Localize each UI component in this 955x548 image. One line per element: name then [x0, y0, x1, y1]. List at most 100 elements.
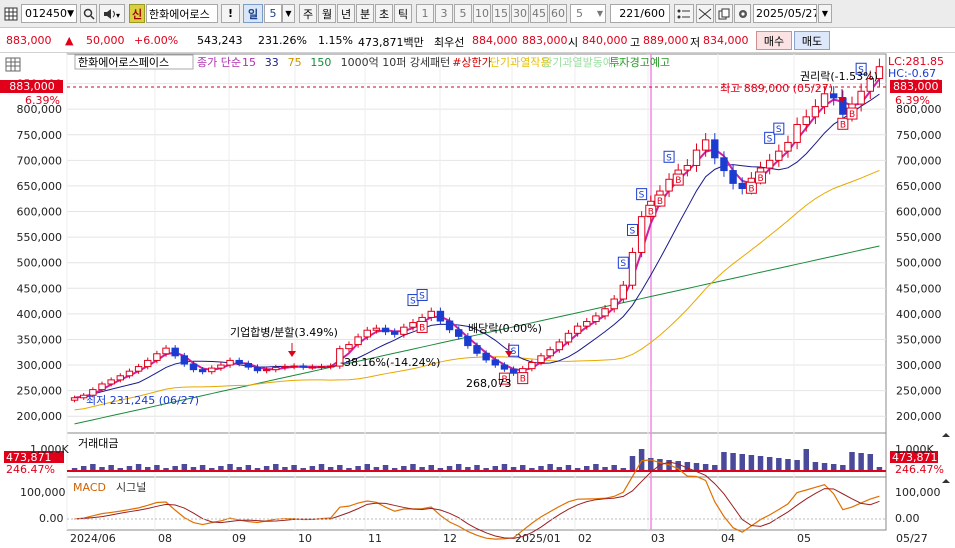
speaker-icon[interactable]: ▾	[99, 4, 125, 23]
buy-signal-text: B	[840, 120, 846, 130]
interval-select[interactable]: 5 ▼	[570, 4, 606, 23]
candle	[436, 310, 445, 322]
volume-bar	[410, 464, 416, 471]
x-tick: 05	[797, 532, 811, 545]
candle	[299, 365, 307, 368]
interval-1-button[interactable]: 1	[416, 4, 434, 23]
open-price: 840,000	[582, 34, 628, 47]
y-tick-right: 650,000	[896, 180, 942, 193]
sell-signal-text: S	[629, 226, 635, 236]
crosshair-icon[interactable]	[696, 4, 714, 23]
date-dropdown-icon[interactable]: ▼	[818, 4, 832, 23]
high-label: 고	[630, 36, 641, 49]
period-year-button[interactable]: 년	[337, 4, 355, 23]
volume-bar	[629, 456, 636, 471]
low-price: 834,000	[703, 34, 749, 47]
interval-15-button[interactable]: 15	[492, 4, 510, 23]
interval-5-button[interactable]: 5	[454, 4, 472, 23]
pct-tag-left: 6.39%	[25, 94, 60, 107]
volume-tick-left: 1,000K	[30, 443, 69, 456]
candle	[226, 359, 234, 366]
interval-3-button[interactable]: 3	[435, 4, 453, 23]
candle	[253, 366, 262, 372]
x-tick: 08	[158, 532, 172, 545]
y-tick-right: 750,000	[896, 129, 942, 142]
candle	[802, 116, 810, 126]
candle	[765, 159, 774, 169]
search-icon[interactable]	[80, 4, 97, 23]
grid-icon[interactable]	[3, 4, 19, 23]
macd-tick-left-100k: 100,000	[20, 486, 66, 499]
x-tick: 04	[721, 532, 735, 545]
dropdown-arrow-icon[interactable]: ▼	[67, 9, 74, 19]
candle	[784, 141, 792, 152]
candle	[500, 364, 509, 370]
high-annotation: 최고 889,000 (05/27)	[720, 82, 833, 95]
candle	[583, 321, 591, 327]
dividend-annotation: 배당락(0.00%)	[468, 322, 542, 335]
candle	[628, 251, 637, 286]
x-tick: 11	[368, 532, 382, 545]
volume-bar	[803, 449, 810, 471]
candle	[445, 320, 454, 331]
interval-45-button[interactable]: 45	[530, 4, 548, 23]
candle	[610, 298, 618, 310]
interval-10-button[interactable]: 10	[473, 4, 491, 23]
price-chart[interactable]: 850,000800,000750,000700,000650,000600,0…	[0, 53, 955, 548]
y-tick-left: 250,000	[17, 385, 63, 398]
stock-code-input[interactable]: 012450 ▼	[21, 4, 77, 23]
data-count-field[interactable]: 221/600	[610, 4, 670, 23]
macd-label: MACD	[73, 481, 106, 494]
date-field[interactable]: 2025/05/27	[753, 4, 817, 23]
interval-30-button[interactable]: 30	[511, 4, 529, 23]
candle	[70, 397, 79, 401]
toolbar: 012450 ▼ ▾ 신 한화에어로스 ! 일 5 ▼ 주 월 년 분 초 틱 …	[0, 0, 955, 28]
pct-tag-right: 6.39%	[895, 94, 930, 107]
volume-bar	[794, 460, 800, 471]
interval-select-value: 5	[576, 7, 583, 20]
chart-tool-icon[interactable]	[674, 4, 694, 23]
period-day-button[interactable]: 일	[243, 4, 263, 23]
period-num-field[interactable]: 5	[264, 4, 282, 23]
volume-bar	[227, 464, 233, 471]
stock-name-field[interactable]: 한화에어로스	[146, 4, 218, 23]
candle	[326, 365, 335, 368]
panel-settings-icon[interactable]	[5, 57, 21, 72]
y-tick-left: 550,000	[17, 231, 63, 244]
candle	[793, 124, 801, 143]
period-dropdown-icon[interactable]: ▼	[282, 4, 295, 23]
y-tick-right: 500,000	[896, 257, 942, 270]
settings-gear-icon[interactable]	[734, 4, 751, 23]
volume-ratio: 231.26%	[258, 34, 307, 47]
bid-price: 883,000	[522, 34, 568, 47]
candle	[811, 106, 820, 118]
candle	[162, 347, 170, 355]
period-minute-button[interactable]: 분	[356, 4, 374, 23]
sell-signal-text: S	[620, 259, 626, 269]
volume-pct-right: 246.47%	[895, 463, 944, 476]
candle	[272, 367, 280, 371]
alert-button[interactable]: !	[221, 4, 240, 23]
copy-icon[interactable]	[715, 4, 733, 23]
candle	[153, 353, 161, 361]
candle	[738, 182, 746, 189]
buy-signal-text: B	[648, 207, 654, 217]
candle	[171, 347, 179, 357]
sell-button[interactable]: 매도	[794, 31, 830, 50]
volume-bar	[547, 464, 553, 471]
period-month-button[interactable]: 월	[318, 4, 336, 23]
volume-bar	[721, 452, 727, 471]
legend-item: 1000억 10퍼 강세패턴	[341, 56, 451, 69]
volume-bar	[757, 456, 764, 471]
period-tick-button[interactable]: 틱	[394, 4, 412, 23]
interval-60-button[interactable]: 60	[549, 4, 567, 23]
buy-button[interactable]: 매수	[756, 31, 792, 50]
candle	[537, 355, 545, 363]
period-second-button[interactable]: 초	[375, 4, 393, 23]
dropdown-arrow-icon[interactable]: ▼	[597, 9, 603, 18]
buy-signal-text: B	[520, 375, 526, 385]
volume-bar	[867, 454, 874, 471]
candle	[857, 90, 865, 105]
macd-tick-left-zero: 0.00	[39, 512, 64, 525]
period-week-button[interactable]: 주	[299, 4, 317, 23]
